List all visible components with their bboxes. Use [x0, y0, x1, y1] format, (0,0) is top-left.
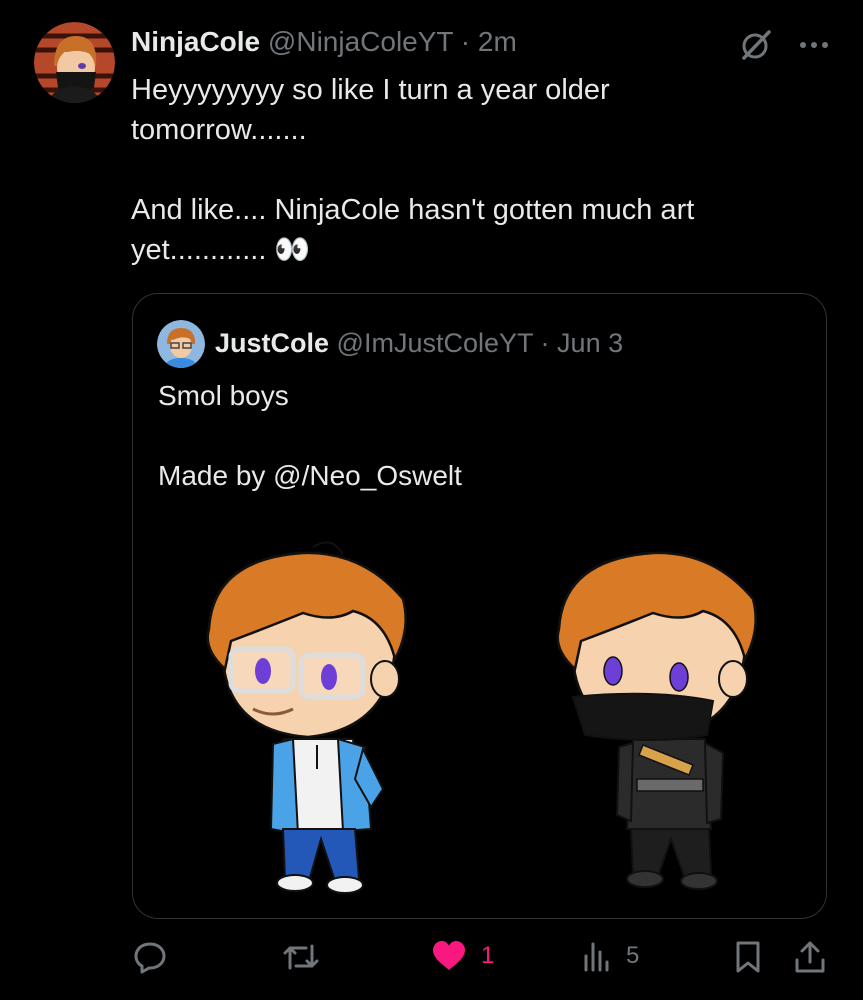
- separator: ·: [540, 328, 550, 358]
- share-icon: [794, 940, 826, 974]
- tweet-text-line: Heyyyyyyyy so like I turn a year older: [131, 74, 610, 106]
- repost-icon: [282, 940, 320, 974]
- quoted-author-handle[interactable]: @ImJustColeYT: [337, 328, 533, 358]
- author-name[interactable]: NinjaCole: [131, 26, 260, 57]
- separator: ·: [460, 26, 471, 57]
- reply-button[interactable]: [133, 940, 181, 974]
- views-icon: [582, 940, 612, 972]
- tweet-text-line: And like.... NinjaCole hasn't gotten muc…: [131, 194, 695, 226]
- heart-icon: [431, 940, 467, 972]
- tweet-header: NinjaCole @NinjaColeYT · 2m: [131, 26, 517, 58]
- bookmark-button[interactable]: [734, 940, 762, 974]
- quoted-media-image[interactable]: [133, 539, 826, 918]
- tweet-text-line: tomorrow.......: [131, 114, 307, 146]
- quoted-tweet[interactable]: JustCole @ImJustColeYT · Jun 3 Smol boys…: [132, 293, 827, 919]
- quoted-author-avatar[interactable]: [157, 320, 205, 368]
- grok-icon[interactable]: [739, 28, 773, 62]
- repost-button[interactable]: [282, 940, 334, 974]
- action-bar: 1 5: [0, 940, 863, 990]
- quoted-text-line: Smol boys: [158, 380, 289, 411]
- chibi-justcole-figure: [206, 541, 407, 894]
- reply-icon: [133, 940, 167, 974]
- author-handle[interactable]: @NinjaColeYT: [268, 26, 453, 57]
- quoted-author-name[interactable]: JustCole: [215, 328, 329, 358]
- like-count: 1: [481, 942, 495, 969]
- like-button[interactable]: 1: [431, 940, 494, 972]
- quoted-text: Smol boys Made by @/Neo_Oswelt: [158, 376, 462, 496]
- share-button[interactable]: [794, 940, 826, 974]
- header-icons: [739, 28, 829, 62]
- quoted-text-line: Made by @/Neo_Oswelt: [158, 460, 462, 491]
- bookmark-icon: [734, 940, 762, 974]
- views-button[interactable]: 5: [582, 940, 639, 972]
- more-icon[interactable]: [799, 40, 829, 50]
- timestamp[interactable]: 2m: [478, 26, 517, 57]
- views-count: 5: [626, 942, 640, 969]
- quoted-header: JustCole @ImJustColeYT · Jun 3: [215, 327, 623, 359]
- quoted-date[interactable]: Jun 3: [557, 328, 623, 358]
- author-avatar[interactable]: [34, 22, 115, 103]
- tweet-text: Heyyyyyyyy so like I turn a year older t…: [131, 70, 771, 270]
- tweet-text-line: yet............ 👀: [131, 234, 311, 266]
- chibi-ninjacole-figure: [556, 551, 757, 890]
